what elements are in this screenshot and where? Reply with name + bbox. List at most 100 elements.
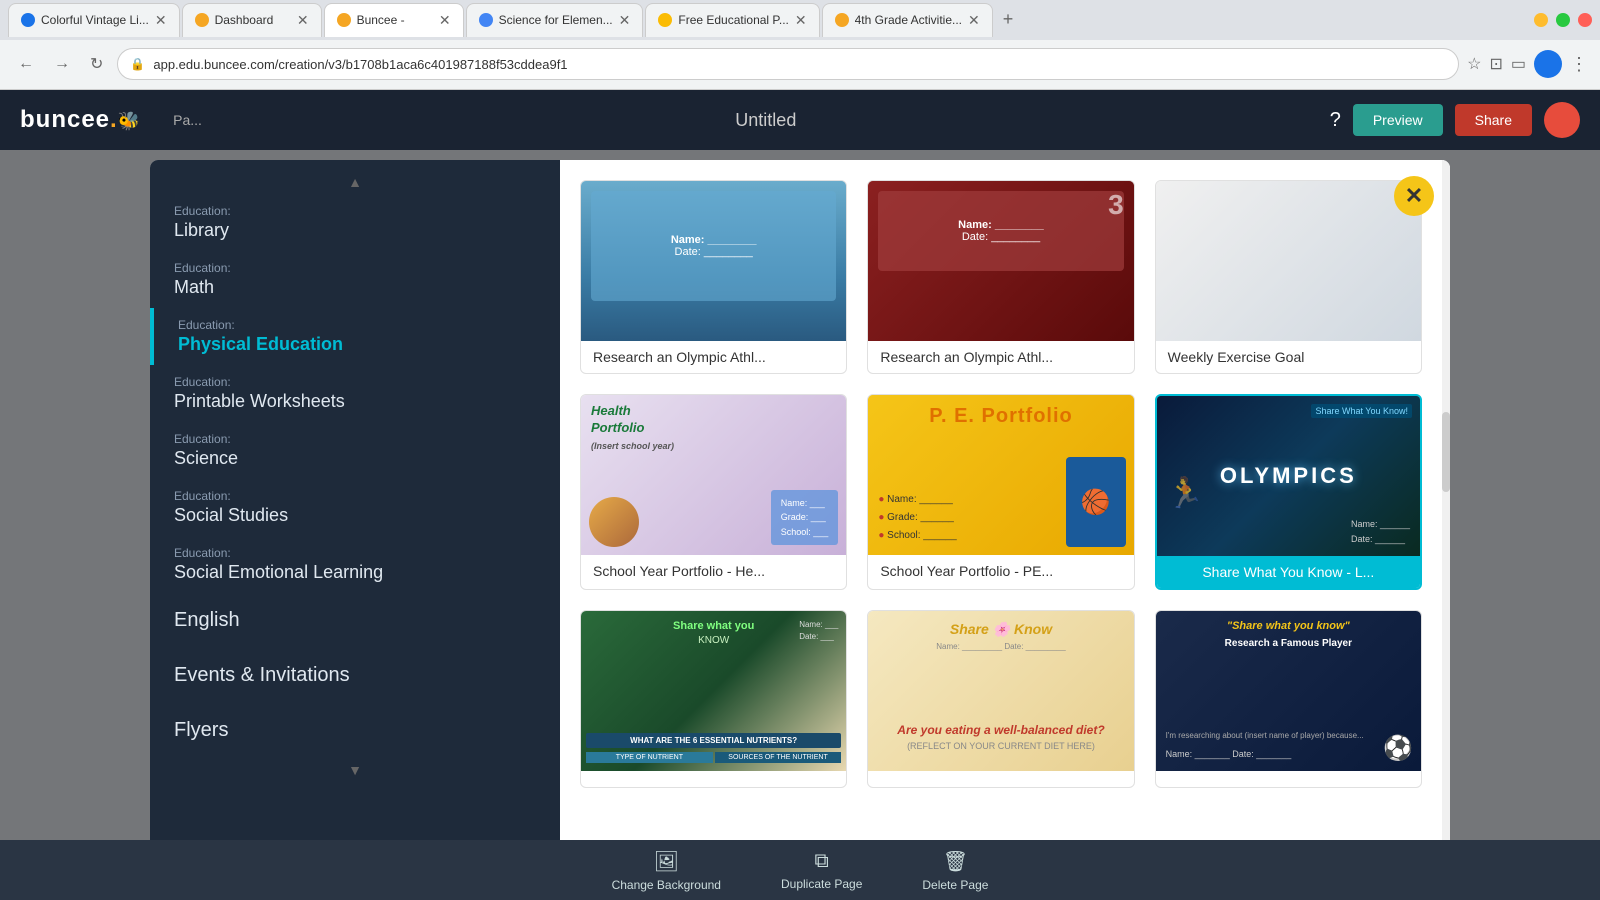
template-card-3[interactable]: Weekly Exercise Goal	[1155, 180, 1422, 374]
browser-menu-icon[interactable]: ⋮	[1570, 54, 1588, 75]
tab-3[interactable]: Buncee - ✕	[324, 3, 464, 37]
template-name-9	[1156, 771, 1421, 787]
tab-5-favicon	[658, 13, 672, 27]
template-card-7[interactable]: Share what you KNOW Name: ___Date: ___ W…	[580, 610, 847, 788]
template-name-3: Weekly Exercise Goal	[1156, 341, 1421, 373]
template-card-5[interactable]: P. E. Portfolio ● Name: ______ ● Grade: …	[867, 394, 1134, 590]
tab-2-favicon	[195, 13, 209, 27]
address-bar: ← → ↻ 🔒 app.edu.buncee.com/creation/v3/b…	[0, 40, 1600, 89]
tab-3-close[interactable]: ✕	[439, 12, 451, 29]
tab-1-favicon	[21, 13, 35, 27]
minimize-button[interactable]	[1534, 13, 1548, 27]
tab-4[interactable]: Science for Elemen... ✕	[466, 3, 644, 37]
template-name-7	[581, 771, 846, 787]
template-card-1[interactable]: Name: ________ Date: ________ Research a…	[580, 180, 847, 374]
delete-page-label: Delete Page	[922, 878, 988, 892]
close-window-button[interactable]	[1578, 13, 1592, 27]
template-content-area[interactable]: ✕ Name: ________ Date: ________	[560, 160, 1450, 880]
template-grid: Name: ________ Date: ________ Research a…	[580, 180, 1430, 788]
tab-6-close[interactable]: ✕	[968, 12, 980, 29]
template-thumb-6: Share What You Know! OLYMPICS Name: ____…	[1157, 396, 1420, 556]
url-bar[interactable]: 🔒 app.edu.buncee.com/creation/v3/b1708b1…	[117, 48, 1459, 80]
content-scrollbar[interactable]	[1442, 160, 1450, 880]
template-modal: ▲ Education: Library Education: Math Edu…	[150, 160, 1450, 880]
change-background-label: Change Background	[612, 878, 721, 892]
change-background-icon: 🖼	[654, 849, 679, 874]
tab-1-title: Colorful Vintage Li...	[41, 13, 149, 27]
sidebar-item-physical-education[interactable]: Education: Physical Education	[150, 308, 560, 365]
template-name-1: Research an Olympic Athl...	[581, 341, 846, 373]
sidebar-item-library[interactable]: Education: Library	[150, 194, 560, 251]
template-name-6: Share What You Know - L...	[1157, 556, 1420, 588]
tab-4-title: Science for Elemen...	[499, 13, 613, 27]
app-title: Untitled	[218, 110, 1314, 131]
new-tab-button[interactable]: +	[995, 9, 1022, 30]
template-thumb-5: P. E. Portfolio ● Name: ______ ● Grade: …	[868, 395, 1133, 555]
app-header: buncee.🐝 Pa... Untitled ? Preview Share	[0, 90, 1600, 150]
template-card-2[interactable]: Name: ________ Date: ________ 3 Research…	[867, 180, 1134, 374]
tab-3-title: Buncee -	[357, 13, 433, 27]
tab-2[interactable]: Dashboard ✕	[182, 3, 322, 37]
bookmark-star-icon[interactable]: ☆	[1467, 54, 1481, 74]
app-area: buncee.🐝 Pa... Untitled ? Preview Share …	[0, 90, 1600, 900]
template-name-8	[868, 771, 1133, 787]
tab-1-close[interactable]: ✕	[155, 12, 167, 29]
cast-icon[interactable]: ▭	[1511, 54, 1526, 74]
duplicate-page-label: Duplicate Page	[781, 877, 862, 891]
tab-6-favicon	[835, 13, 849, 27]
content-scroll-thumb	[1442, 412, 1450, 492]
template-thumb-9: "Share what you know" Research a Famous …	[1156, 611, 1421, 771]
tab-6[interactable]: 4th Grade Activitie... ✕	[822, 3, 993, 37]
delete-page-button[interactable]: 🗑 Delete Page	[922, 849, 988, 892]
change-background-button[interactable]: 🖼 Change Background	[612, 849, 721, 892]
back-button[interactable]: ←	[12, 51, 40, 77]
close-modal-button[interactable]: ✕	[1394, 176, 1434, 216]
tab-2-title: Dashboard	[215, 13, 291, 27]
tab-5[interactable]: Free Educational P... ✕	[645, 3, 819, 37]
template-name-2: Research an Olympic Athl...	[868, 341, 1133, 373]
template-name-4: School Year Portfolio - He...	[581, 555, 846, 587]
refresh-button[interactable]: ↻	[84, 50, 109, 78]
help-button[interactable]: ?	[1330, 109, 1341, 132]
extension-icon[interactable]: ⊡	[1489, 54, 1502, 74]
page-label: Pa...	[173, 112, 202, 128]
maximize-button[interactable]	[1556, 13, 1570, 27]
sidebar-item-social-studies[interactable]: Education: Social Studies	[150, 479, 560, 536]
template-thumb-3	[1156, 181, 1421, 341]
template-card-4[interactable]: HealthPortfolio(Insert school year) Name…	[580, 394, 847, 590]
ssl-icon: 🔒	[130, 57, 145, 71]
app-logo: buncee.🐝	[20, 106, 141, 134]
sidebar-item-flyers[interactable]: Flyers	[150, 703, 560, 758]
sidebar-item-math[interactable]: Education: Math	[150, 251, 560, 308]
template-thumb-4: HealthPortfolio(Insert school year) Name…	[581, 395, 846, 555]
user-avatar[interactable]	[1544, 102, 1580, 138]
duplicate-page-button[interactable]: ⧉ Duplicate Page	[781, 850, 862, 891]
template-thumb-2: Name: ________ Date: ________ 3	[868, 181, 1133, 341]
tab-5-close[interactable]: ✕	[795, 12, 807, 29]
scroll-down-indicator: ▼	[150, 758, 560, 782]
template-card-9[interactable]: "Share what you know" Research a Famous …	[1155, 610, 1422, 788]
tab-2-close[interactable]: ✕	[297, 12, 309, 29]
address-actions: ☆ ⊡ ▭ ⋮	[1467, 50, 1588, 78]
share-button[interactable]: Share	[1455, 104, 1532, 136]
tab-1[interactable]: Colorful Vintage Li... ✕	[8, 3, 180, 37]
sidebar: ▲ Education: Library Education: Math Edu…	[150, 160, 560, 880]
sidebar-item-science[interactable]: Education: Science	[150, 422, 560, 479]
duplicate-page-icon: ⧉	[815, 850, 829, 873]
delete-page-icon: 🗑	[943, 849, 968, 874]
template-card-8[interactable]: Share 🌸 Know Name: _________ Date: _____…	[867, 610, 1134, 788]
sidebar-item-printable-worksheets[interactable]: Education: Printable Worksheets	[150, 365, 560, 422]
profile-circle[interactable]	[1534, 50, 1562, 78]
sidebar-item-events[interactable]: Events & Invitations	[150, 648, 560, 703]
forward-button[interactable]: →	[48, 51, 76, 77]
template-card-6[interactable]: Share What You Know! OLYMPICS Name: ____…	[1155, 394, 1422, 590]
template-name-5: School Year Portfolio - PE...	[868, 555, 1133, 587]
sidebar-item-english[interactable]: English	[150, 593, 560, 648]
tab-4-close[interactable]: ✕	[619, 12, 631, 29]
tab-4-favicon	[479, 13, 493, 27]
bottom-toolbar: 🖼 Change Background ⧉ Duplicate Page 🗑 D…	[0, 840, 1600, 900]
preview-button[interactable]: Preview	[1353, 104, 1443, 136]
scroll-up-indicator: ▲	[150, 170, 560, 194]
modal-overlay: ▲ Education: Library Education: Math Edu…	[0, 150, 1600, 900]
sidebar-item-sel[interactable]: Education: Social Emotional Learning	[150, 536, 560, 593]
